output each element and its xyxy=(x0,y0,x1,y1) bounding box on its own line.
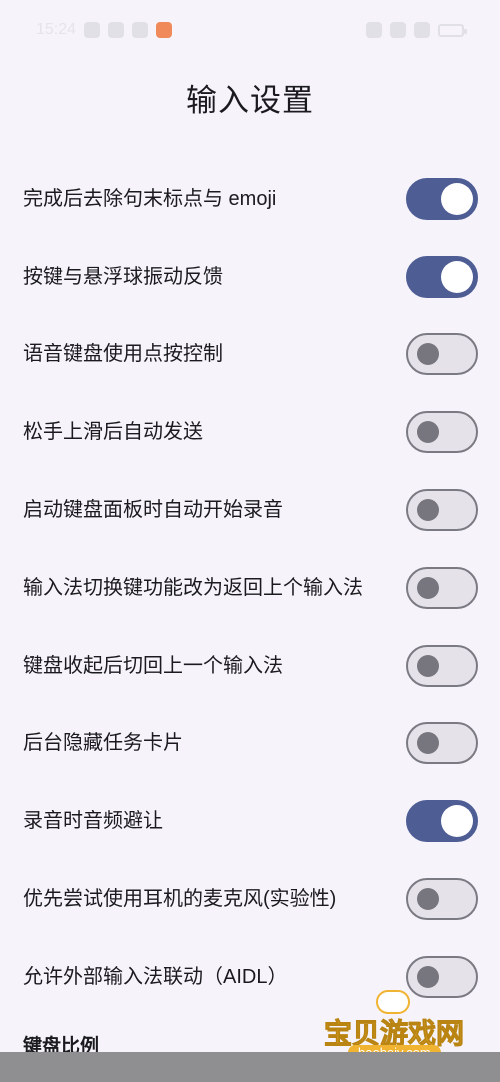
auto-send-toggle[interactable] xyxy=(406,411,478,454)
audio-ducking-toggle[interactable] xyxy=(406,800,478,843)
wifi-icon xyxy=(390,22,406,38)
toggle-knob xyxy=(417,888,439,911)
setting-row-aidl-linkage[interactable]: 允许外部输入法联动（AIDL） xyxy=(0,938,500,1016)
setting-label: 后台隐藏任务卡片 xyxy=(23,732,183,755)
setting-row-vibration-feedback[interactable]: 按键与悬浮球振动反馈 xyxy=(0,238,500,316)
tap-control-toggle[interactable] xyxy=(406,333,478,376)
toggle-knob xyxy=(441,182,473,215)
watermark-brand: 宝贝游戏网 xyxy=(323,1017,465,1051)
setting-row-switch-back-on-hide[interactable]: 键盘收起后切回上一个输入法 xyxy=(0,627,500,705)
status-time: 15:24 xyxy=(36,21,77,38)
auto-record-toggle[interactable] xyxy=(406,489,478,532)
bluetooth-icon xyxy=(366,22,382,38)
notification-icon xyxy=(108,22,125,38)
toggle-knob xyxy=(417,421,439,444)
setting-row-tap-control[interactable]: 语音键盘使用点按控制 xyxy=(0,316,500,394)
setting-label: 语音键盘使用点按控制 xyxy=(23,343,223,366)
toggle-knob xyxy=(417,732,439,755)
status-left: 15:24 xyxy=(36,21,173,39)
setting-label: 输入法切换键功能改为返回上个输入法 xyxy=(23,576,363,599)
setting-label: 键盘收起后切回上一个输入法 xyxy=(23,654,283,677)
setting-row-auto-send[interactable]: 松手上滑后自动发送 xyxy=(0,393,500,471)
headset-mic-toggle[interactable] xyxy=(406,878,478,921)
app-notification-icon xyxy=(156,22,173,38)
setting-label: 按键与悬浮球振动反馈 xyxy=(23,265,223,288)
setting-row-headset-mic[interactable]: 优先尝试使用耳机的麦克风(实验性) xyxy=(0,860,500,938)
status-right xyxy=(366,22,467,38)
status-bar: 15:24 xyxy=(0,0,500,60)
setting-label: 录音时音频避让 xyxy=(23,810,163,833)
aidl-linkage-toggle[interactable] xyxy=(406,955,478,998)
toggle-knob xyxy=(441,805,473,838)
notification-icon xyxy=(132,22,149,38)
switch-key-return-toggle[interactable] xyxy=(406,566,478,609)
setting-row-audio-ducking[interactable]: 录音时音频避让 xyxy=(0,782,500,860)
vibration-feedback-toggle[interactable] xyxy=(406,255,478,298)
notification-icon xyxy=(84,22,101,38)
setting-row-switch-key-return[interactable]: 输入法切换键功能改为返回上个输入法 xyxy=(0,549,500,627)
setting-label: 启动键盘面板时自动开始录音 xyxy=(23,499,283,522)
setting-row-remove-punctuation[interactable]: 完成后去除句末标点与 emoji xyxy=(0,160,500,238)
remove-punctuation-toggle[interactable] xyxy=(406,177,478,220)
setting-label: 允许外部输入法联动（AIDL） xyxy=(23,965,288,988)
setting-label: 完成后去除句末标点与 emoji xyxy=(23,187,277,210)
toggle-knob xyxy=(417,965,439,988)
hide-task-card-toggle[interactable] xyxy=(406,722,478,765)
switch-back-on-hide-toggle[interactable] xyxy=(406,644,478,687)
settings-list: 完成后去除句末标点与 emoji 按键与悬浮球振动反馈 语音键盘使用点按控制 松… xyxy=(0,160,500,1016)
toggle-knob xyxy=(441,260,473,293)
setting-row-hide-task-card[interactable]: 后台隐藏任务卡片 xyxy=(0,705,500,783)
toggle-knob xyxy=(417,343,439,366)
setting-label: 优先尝试使用耳机的麦克风(实验性) xyxy=(23,888,337,911)
bottom-bar xyxy=(0,1052,500,1082)
page-title: 输入设置 xyxy=(186,83,314,118)
toggle-knob xyxy=(417,654,439,677)
toggle-knob xyxy=(417,499,439,522)
setting-row-auto-record[interactable]: 启动键盘面板时自动开始录音 xyxy=(0,471,500,549)
setting-label: 松手上滑后自动发送 xyxy=(23,421,203,444)
battery-icon xyxy=(438,23,467,37)
toggle-knob xyxy=(417,576,439,599)
signal-icon xyxy=(414,22,430,38)
